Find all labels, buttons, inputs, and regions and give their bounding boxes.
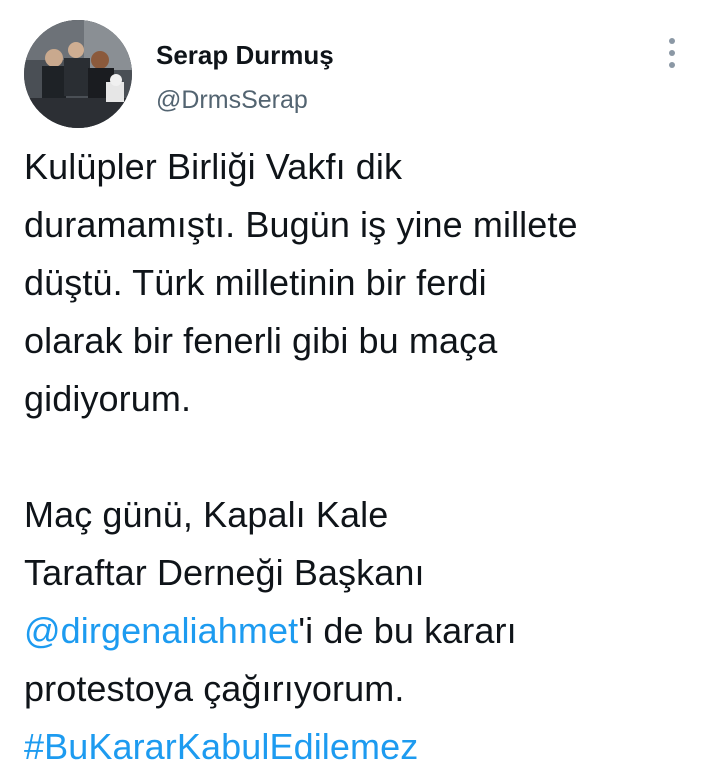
hashtag-link[interactable]: #BuKararKabulEdilemez [24,718,704,776]
tweet: Serap Durmuş @DrmsSerap Kulüpler Birliği… [0,0,720,767]
tweet-text-line: düştü. Türk milletinin bir ferdi [24,262,487,303]
tweet-text-line: duramamıştı. Bugün iş yine millete [24,204,578,245]
tweet-text-line: Maç günü, Kapalı Kale [24,494,389,535]
tweet-text-line: @dirgenaliahmet'i de bu kararı [24,602,704,660]
display-name[interactable]: Serap Durmuş [156,38,334,72]
dot [669,62,675,68]
more-vertical-icon[interactable] [662,38,682,68]
avatar[interactable] [24,20,132,128]
tweet-text-line: Taraftar Derneği Başkanı [24,552,425,593]
dot [669,38,675,44]
tweet-text-line: gidiyorum. [24,378,192,419]
tweet-text-line: protestoya çağırıyorum. [24,668,405,709]
tweet-text-line: Kulüpler Birliği Vakfı dik [24,146,403,187]
author-names: Serap Durmuş @DrmsSerap [156,38,334,116]
avatar-photo [24,20,132,128]
tweet-text-line: olarak bir fenerli gibi bu maça [24,320,498,361]
user-handle[interactable]: @DrmsSerap [156,84,334,116]
dot [669,50,675,56]
mention-link[interactable]: @dirgenaliahmet [24,610,298,651]
tweet-text: Kulüpler Birliği Vakfı dik duramamıştı. … [24,138,704,776]
tweet-header: Serap Durmuş @DrmsSerap [24,20,696,130]
mention-suffix: 'i de bu kararı [298,610,517,651]
